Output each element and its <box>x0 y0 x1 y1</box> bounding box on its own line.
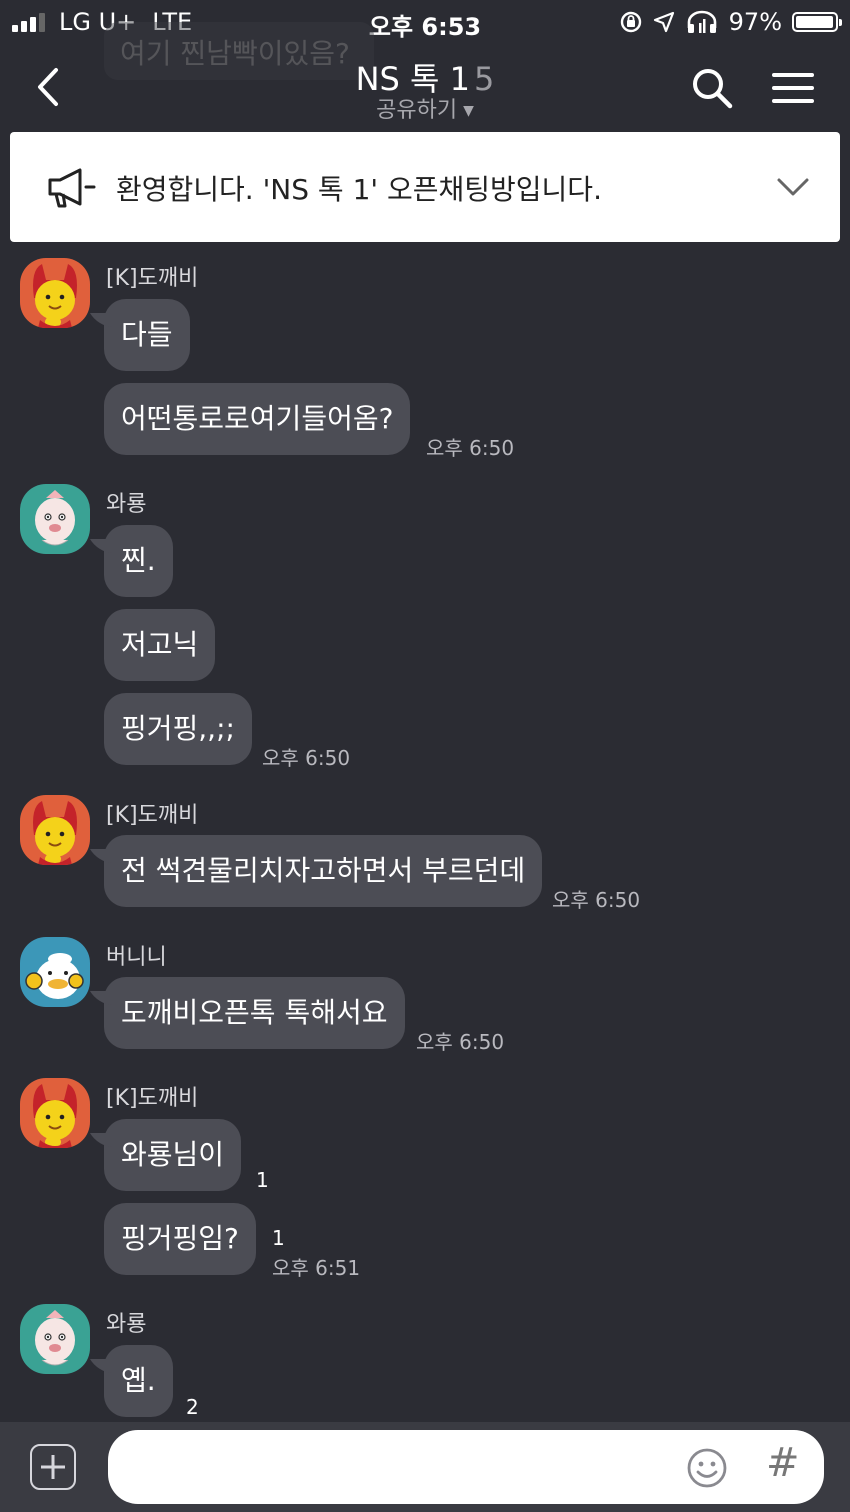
rotation-lock-icon <box>620 11 641 33</box>
message-text: 어떤통로로여기들어옴? <box>121 402 394 435</box>
message-input-bar: # <box>0 1422 850 1512</box>
chat-header: NS 톡 15 공유하기 ▼ <box>0 44 850 132</box>
sender-name: 버니니 <box>106 945 167 970</box>
message-text: 옙. <box>121 1364 156 1397</box>
message-bubble[interactable]: 도깨비오픈톡 톡해서요 <box>104 977 405 1049</box>
location-icon <box>653 11 674 33</box>
avatar-waryong[interactable] <box>20 484 90 554</box>
message-bubble[interactable]: 전 썩견물리치자고하면서 부르던데 <box>104 835 543 907</box>
message-time: 오후 6:50 <box>416 1030 505 1054</box>
avatar-dokkaebi[interactable] <box>20 258 90 328</box>
battery-icon <box>792 12 842 32</box>
unread-count: 1 <box>256 1168 269 1192</box>
sender-name: [K]도깨비 <box>106 1086 199 1111</box>
message-bubble[interactable]: 핑거핑,,;; <box>104 693 252 765</box>
message-bubble[interactable]: 다들 <box>104 299 190 371</box>
message-text: 전 썩견물리치자고하면서 부르던데 <box>121 854 526 887</box>
avatar-waryong[interactable] <box>20 1304 90 1374</box>
message-text: 다들 <box>121 318 173 351</box>
message-text: 핑거핑,,;; <box>121 712 235 745</box>
notice-banner[interactable]: 환영합니다. 'NS 톡 1' 오픈채팅방입니다. <box>10 132 840 242</box>
unread-count: 2 <box>186 1395 199 1419</box>
chevron-down-icon[interactable] <box>776 172 810 200</box>
battery-percent: 97% <box>728 8 782 36</box>
message-bubble[interactable]: 와룡님이 <box>104 1119 242 1191</box>
message-time: 오후 6:50 <box>426 436 515 460</box>
search-icon[interactable] <box>690 66 734 110</box>
notice-text: 환영합니다. 'NS 톡 1' 오픈채팅방입니다. <box>116 173 602 206</box>
message-time: 오후 6:51 <box>272 1256 361 1280</box>
message-bubble[interactable]: 찐. <box>104 525 173 597</box>
hamburger-menu-icon[interactable] <box>770 70 816 106</box>
message-bubble[interactable]: 어떤통로로여기들어옴? <box>104 383 411 455</box>
message-text: 와룡님이 <box>121 1138 225 1171</box>
megaphone-icon <box>48 168 96 208</box>
avatar-bunini[interactable] <box>20 937 90 1007</box>
message-bubble[interactable]: 저고닉 <box>104 609 216 681</box>
sender-name: 와룡 <box>106 1312 147 1337</box>
unread-count: 1 <box>272 1226 285 1250</box>
sender-name: [K]도깨비 <box>106 803 199 828</box>
emoji-icon[interactable] <box>686 1447 728 1489</box>
share-label: 공유하기 <box>376 98 458 123</box>
headphones-icon <box>687 10 716 33</box>
avatar-dokkaebi[interactable] <box>20 795 90 865</box>
message-text: 도깨비오픈톡 톡해서요 <box>121 996 388 1029</box>
plus-icon[interactable] <box>30 1444 76 1490</box>
message-text: 저고닉 <box>121 628 199 661</box>
sender-name: 와룡 <box>106 492 147 517</box>
message-time: 오후 6:50 <box>552 888 641 912</box>
hashtag-icon[interactable]: # <box>766 1440 800 1486</box>
message-bubble[interactable]: 핑거핑임? <box>104 1203 256 1275</box>
message-text: 핑거핑임? <box>121 1222 239 1255</box>
caret-down-icon: ▼ <box>463 103 474 119</box>
message-bubble[interactable]: 옙. <box>104 1345 173 1417</box>
message-time: 오후 6:50 <box>262 746 351 770</box>
sender-name: [K]도깨비 <box>106 266 199 291</box>
message-text: 찐. <box>121 544 156 577</box>
avatar-dokkaebi[interactable] <box>20 1078 90 1148</box>
